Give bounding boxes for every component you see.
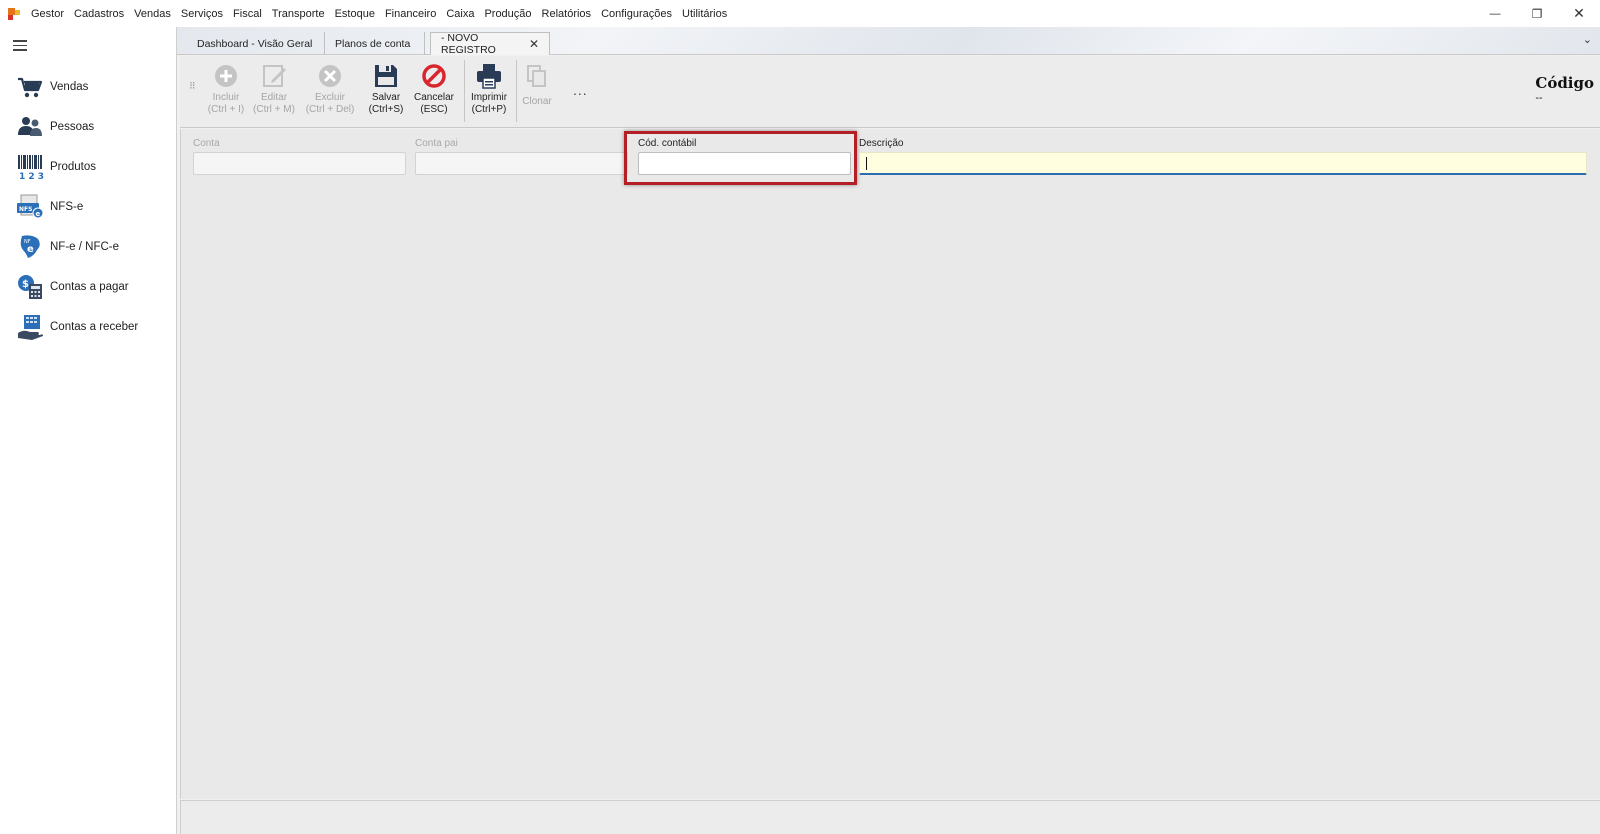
save-icon — [372, 62, 400, 90]
menu-estoque[interactable]: Estoque — [330, 8, 380, 20]
minimize-icon: — — [1489, 7, 1501, 20]
accounts-receivable-icon — [16, 313, 44, 341]
toolbar-grip-icon[interactable]: ⠿ — [189, 82, 196, 96]
tab-label: - NOVO REGISTRO — [441, 32, 496, 56]
menu-fiscal[interactable]: Fiscal — [228, 8, 267, 20]
sidebar-item-vendas[interactable]: Vendas — [16, 71, 171, 103]
sidebar-item-contas-a-pagar[interactable]: $ Contas a pagar — [16, 271, 171, 303]
descricao-field[interactable] — [859, 152, 1587, 175]
excluir-button[interactable]: Excluir (Ctrl + Del) — [302, 62, 358, 124]
menu-transporte[interactable]: Transporte — [267, 8, 330, 20]
conta-label: Conta — [193, 138, 220, 149]
clonar-button[interactable]: Clonar — [509, 62, 565, 124]
cod-contabil-field[interactable] — [638, 152, 851, 175]
svg-text:$: $ — [22, 279, 29, 290]
add-icon — [212, 62, 240, 90]
tab-strip: Dashboard - Visão Geral Planos de conta … — [177, 27, 1600, 56]
more-options-button[interactable]: ... — [573, 82, 588, 98]
printer-icon — [475, 62, 503, 90]
menu-vendas[interactable]: Vendas — [129, 8, 176, 20]
cod-contabil-label: Cód. contábil — [638, 138, 697, 149]
svg-text:1 2 3: 1 2 3 — [19, 172, 44, 181]
shopping-cart-icon — [16, 73, 44, 101]
excluir-shortcut: (Ctrl + Del) — [305, 104, 355, 115]
accounts-payable-icon: $ — [16, 273, 44, 301]
sidebar-item-label: Produtos — [50, 161, 97, 173]
menu-producao[interactable]: Produção — [479, 8, 536, 20]
app-logo-icon — [8, 7, 20, 20]
tab-label: Planos de conta — [335, 37, 411, 50]
svg-text:e: e — [27, 244, 34, 255]
excluir-label: Excluir — [314, 92, 345, 103]
form-area: Conta Conta pai Cód. contábil Descrição — [180, 129, 1600, 799]
restore-button[interactable]: ❐ — [1516, 0, 1558, 27]
edit-icon — [260, 62, 288, 90]
hamburger-menu-icon[interactable] — [13, 40, 27, 51]
tab-novo-registro[interactable]: - NOVO REGISTRO ✕ — [430, 32, 550, 56]
barcode-icon: 1 2 3 — [16, 153, 44, 182]
editar-shortcut: (Ctrl + M) — [253, 104, 295, 115]
svg-text:e: e — [36, 210, 41, 218]
tab-dashboard[interactable]: Dashboard - Visão Geral — [187, 32, 325, 55]
descricao-label: Descrição — [859, 138, 904, 149]
cancel-icon — [420, 62, 448, 90]
sidebar-item-pessoas[interactable]: Pessoas — [16, 111, 171, 143]
minimize-button[interactable]: — — [1474, 0, 1516, 27]
clonar-label: Clonar — [522, 96, 552, 107]
text-caret — [866, 157, 867, 170]
delete-icon — [316, 62, 344, 90]
codigo-title: Código — [1535, 74, 1594, 92]
nfse-icon: NFS e — [16, 193, 44, 221]
menu-financeiro[interactable]: Financeiro — [380, 8, 441, 20]
sidebar-item-label: Contas a receber — [50, 321, 139, 333]
status-bar — [180, 800, 1600, 834]
menu-utilitarios[interactable]: Utilitários — [677, 8, 732, 20]
menu-gestor[interactable]: Gestor — [26, 8, 69, 20]
chevron-down-icon[interactable]: ⌄ — [1583, 33, 1592, 46]
svg-text:NFS: NFS — [19, 206, 32, 213]
close-icon: ✕ — [1573, 5, 1585, 21]
sidebar-item-label: Vendas — [50, 81, 89, 93]
clone-icon — [523, 62, 551, 90]
conta-pai-label: Conta pai — [415, 138, 458, 149]
editar-label: Editar — [260, 92, 288, 103]
sidebar-item-label: Contas a pagar — [50, 281, 129, 293]
menu-caixa[interactable]: Caixa — [441, 8, 479, 20]
sidebar-item-label: NF-e / NFC-e — [50, 241, 119, 253]
restore-icon: ❐ — [1531, 6, 1543, 21]
codigo-value: -- — [1535, 92, 1543, 104]
people-icon — [16, 113, 44, 141]
sidebar: Vendas Pessoas 1 2 3 Produtos NFS e NFS-e… — [0, 27, 177, 834]
close-window-button[interactable]: ✕ — [1558, 0, 1600, 27]
sidebar-item-nfse[interactable]: NFS e NFS-e — [16, 191, 171, 223]
codigo-display: Código -- — [1535, 74, 1594, 104]
tab-planos-de-conta[interactable]: Planos de conta — [325, 32, 425, 55]
menu-cadastros[interactable]: Cadastros — [69, 8, 129, 20]
menu-bar: Gestor Cadastros Vendas Serviços Fiscal … — [0, 0, 1600, 27]
menu-relatorios[interactable]: Relatórios — [537, 8, 597, 20]
sidebar-item-label: NFS-e — [50, 201, 84, 213]
tab-label: Dashboard - Visão Geral — [197, 37, 313, 50]
sidebar-item-nfe[interactable]: NF e NF-e / NFC-e — [16, 231, 171, 263]
sidebar-item-produtos[interactable]: 1 2 3 Produtos — [16, 151, 171, 183]
menu-servicos[interactable]: Serviços — [176, 8, 228, 20]
conta-pai-field[interactable] — [415, 152, 628, 175]
conta-field[interactable] — [193, 152, 406, 175]
cancelar-shortcut: (ESC) — [420, 104, 448, 115]
sidebar-item-contas-a-receber[interactable]: Contas a receber — [16, 311, 171, 343]
nfe-icon: NF e — [16, 233, 44, 261]
menu-configuracoes[interactable]: Configurações — [596, 8, 677, 20]
cancelar-label: Cancelar — [413, 92, 455, 103]
sidebar-item-label: Pessoas — [50, 121, 95, 133]
cancelar-button[interactable]: Cancelar (ESC) — [406, 62, 462, 124]
editar-button[interactable]: Editar (Ctrl + M) — [246, 62, 302, 124]
tab-close-icon[interactable]: ✕ — [529, 37, 539, 51]
toolbar: ⠿ Incluir (Ctrl + I) Editar (Ctrl + M) E… — [180, 56, 1600, 128]
window-controls: — ❐ ✕ — [1474, 0, 1600, 27]
